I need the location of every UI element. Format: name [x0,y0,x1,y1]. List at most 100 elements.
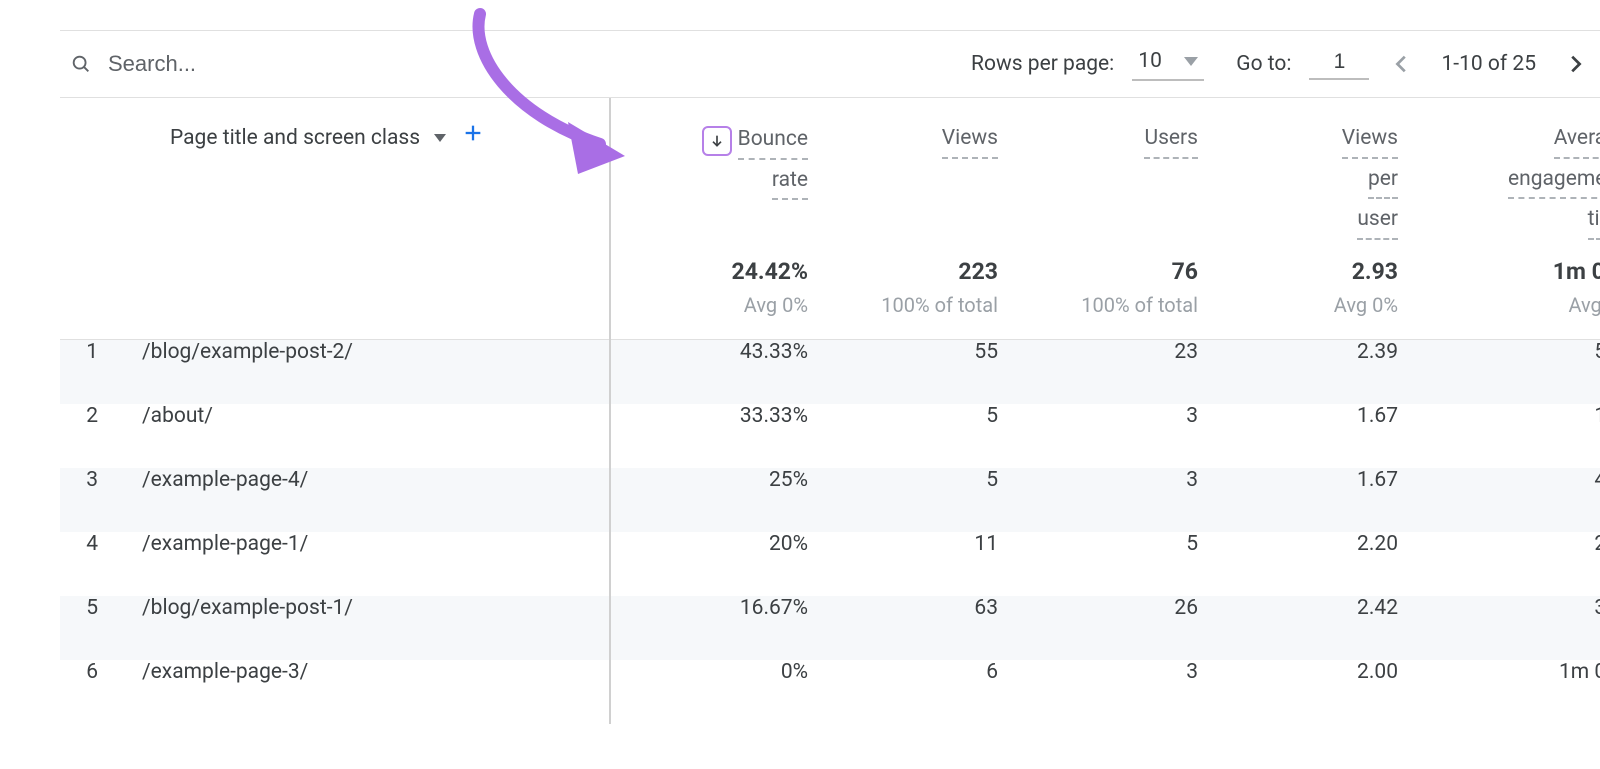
table-toolbar: Rows per page: 10 Go to: 1-10 of 25 [60,30,1600,98]
row-index: 3 [60,468,120,532]
cell-views: 63 [830,596,1020,660]
summary-aet: 1m 09 Avg 0 [1420,248,1600,340]
cell-users: 23 [1020,340,1220,404]
cell-aet: 1m 04 [1420,660,1600,724]
metric-label: Views [942,122,998,159]
chevron-down-icon [434,122,446,155]
prev-page-button[interactable] [1387,49,1417,79]
next-page-button[interactable] [1560,49,1590,79]
dimension-header[interactable]: Page title and screen class [60,98,610,248]
rows-per-page-label: Rows per page: [971,52,1114,76]
cell-bounce: 33.33% [610,404,830,468]
cell-vpu: 2.00 [1220,660,1420,724]
table-row[interactable]: 5/blog/example-post-1/16.67%63262.4234 [60,596,1600,660]
table-row[interactable]: 2/about/33.33%531.6714 [60,404,1600,468]
summary-users: 76 100% of total [1020,248,1220,340]
cell-bounce: 43.33% [610,340,830,404]
goto-label: Go to: [1236,52,1291,76]
cell-vpu: 2.20 [1220,532,1420,596]
cell-vpu: 2.42 [1220,596,1420,660]
cell-aet: 14 [1420,404,1600,468]
cell-users: 5 [1020,532,1220,596]
table-row[interactable]: 4/example-page-1/20%1152.2023 [60,532,1600,596]
dimension-label: Page title and screen class [170,122,420,155]
cell-users: 3 [1020,660,1220,724]
summary-sub: 100% of total [1042,293,1198,317]
search-wrap [70,50,971,78]
search-input[interactable] [106,50,506,78]
metric-label: per [1368,163,1398,200]
pagination-controls: Rows per page: 10 Go to: 1-10 of 25 [971,47,1590,81]
cell-users: 26 [1020,596,1220,660]
summary-sub: Avg 0% [1242,293,1398,317]
summary-row: 24.42% Avg 0% 223 100% of total 76 100% … [60,248,1600,340]
rows-per-page-value: 10 [1138,49,1166,73]
cell-views: 5 [830,404,1020,468]
cell-vpu: 1.67 [1220,404,1420,468]
row-index: 1 [60,340,120,404]
row-index: 4 [60,532,120,596]
cell-bounce: 16.67% [610,596,830,660]
cell-aet: 41 [1420,468,1600,532]
report-table: Page title and screen class [60,98,1600,724]
cell-vpu: 1.67 [1220,468,1420,532]
summary-sub: 100% of total [852,293,998,317]
summary-value: 24.42% [633,258,808,285]
cell-views: 11 [830,532,1020,596]
row-index: 6 [60,660,120,724]
table-row[interactable]: 3/example-page-4/25%531.6741 [60,468,1600,532]
column-bounce-rate[interactable]: Bounce rate [610,98,830,248]
summary-value: 2.93 [1242,258,1398,285]
metric-label: rate [772,164,808,201]
summary-sub: Avg 0 [1442,293,1600,317]
plus-icon [462,122,484,155]
metric-label: user [1357,203,1398,240]
cell-users: 3 [1020,468,1220,532]
rows-per-page-select[interactable]: 10 [1132,47,1204,81]
add-dimension-button[interactable] [460,125,486,151]
metric-label: engagemen [1508,163,1600,200]
search-icon [70,53,92,75]
summary-value: 76 [1042,258,1198,285]
metric-label: Users [1144,122,1198,159]
metric-label: Views [1342,122,1398,159]
table-row[interactable]: 6/example-page-3/0%632.001m 04 [60,660,1600,724]
cell-aet: 23 [1420,532,1600,596]
cell-aet: 53 [1420,340,1600,404]
cell-views: 55 [830,340,1020,404]
metric-label: Averag [1554,122,1600,159]
sort-descending-icon [702,126,732,156]
column-views-per-user[interactable]: Views per user [1220,98,1420,248]
summary-views: 223 100% of total [830,248,1020,340]
summary-value: 1m 09 [1442,258,1600,285]
row-dimension: /about/ [120,404,610,468]
column-users[interactable]: Users [1020,98,1220,248]
cell-bounce: 20% [610,532,830,596]
row-dimension: /example-page-3/ [120,660,610,724]
cell-users: 3 [1020,404,1220,468]
goto-input[interactable] [1309,49,1369,80]
row-dimension: /example-page-4/ [120,468,610,532]
cell-views: 6 [830,660,1020,724]
row-index: 2 [60,404,120,468]
column-views[interactable]: Views [830,98,1020,248]
summary-vpu: 2.93 Avg 0% [1220,248,1420,340]
row-dimension: /blog/example-post-2/ [120,340,610,404]
summary-value: 223 [852,258,998,285]
metric-label: tim [1588,203,1600,240]
dropdown-caret-icon [1184,49,1198,73]
metric-label: Bounce [738,123,808,160]
cell-views: 5 [830,468,1020,532]
row-dimension: /example-page-1/ [120,532,610,596]
summary-bounce: 24.42% Avg 0% [610,248,830,340]
cell-vpu: 2.39 [1220,340,1420,404]
row-dimension: /blog/example-post-1/ [120,596,610,660]
row-index: 5 [60,596,120,660]
cell-bounce: 25% [610,468,830,532]
column-average-engagement-time[interactable]: Averag engagemen tim [1420,98,1600,248]
cell-aet: 34 [1420,596,1600,660]
cell-bounce: 0% [610,660,830,724]
pagination-range: 1-10 of 25 [1441,52,1536,76]
summary-sub: Avg 0% [633,293,808,317]
table-row[interactable]: 1/blog/example-post-2/43.33%55232.3953 [60,340,1600,404]
